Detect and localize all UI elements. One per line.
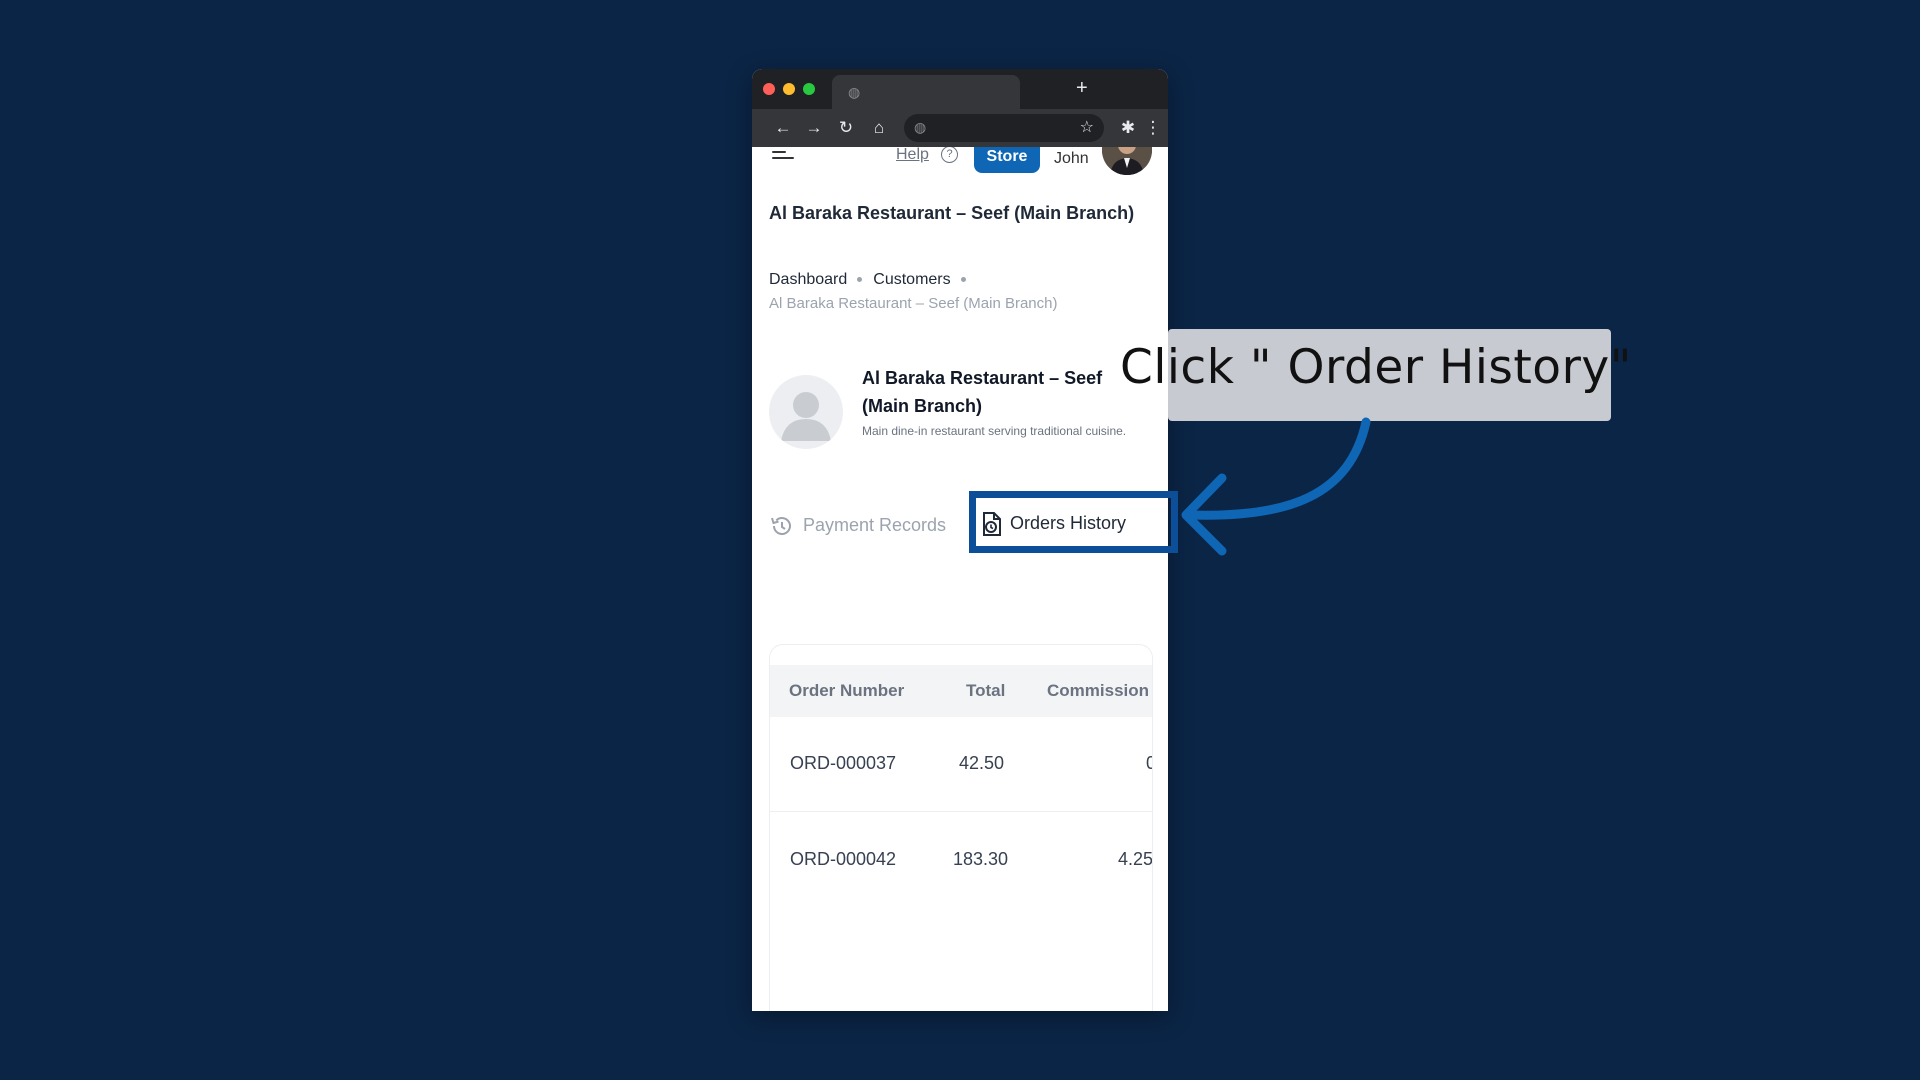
instruction-text: Click " Order History" [1120,340,1632,395]
minimize-window-button[interactable] [783,83,795,95]
back-icon[interactable]: ← [771,116,795,140]
store-button[interactable]: Store [974,147,1040,173]
customer-avatar [769,375,843,449]
column-order-number[interactable]: Order Number [789,681,904,701]
breadcrumb-dashboard[interactable]: Dashboard [769,271,847,288]
maximize-window-button[interactable] [803,83,815,95]
breadcrumb-customers[interactable]: Customers [873,271,950,288]
table-header: Order Number Total Commission [770,665,1152,717]
table-row[interactable]: ORD-000042 183.30 4.25 [770,813,1153,908]
bookmark-star-icon[interactable]: ☆ [1080,117,1094,137]
total-cell: 183.30 [953,849,1009,869]
breadcrumb: Dashboard Customers Al Baraka Restaurant … [769,271,1159,312]
address-bar[interactable]: ◍ ☆ [904,114,1104,142]
globe-icon: ◍ [848,84,861,100]
page-title: Al Baraka Restaurant – Seef (Main Branch… [769,203,1135,223]
order-number-cell: ORD-000042 [790,849,897,869]
forward-icon[interactable]: → [802,116,826,140]
breadcrumb-current: Al Baraka Restaurant – Seef (Main Branch… [769,295,1058,312]
user-avatar[interactable] [1102,147,1152,175]
user-name[interactable]: John [1054,150,1089,168]
commission-cell: 0 [1146,753,1152,774]
site-info-icon: ◍ [914,119,927,135]
tab-payment-records[interactable]: Payment Records [769,513,946,541]
breadcrumb-separator [960,277,966,283]
orders-history-highlight [969,491,1178,553]
help-icon[interactable]: ? [941,147,958,163]
app-topbar: Help ? Store John [752,147,1168,191]
table-row[interactable]: ORD-000037 42.50 0 [770,717,1152,812]
help-link[interactable]: Help [896,147,929,164]
history-icon [771,517,791,535]
column-commission[interactable]: Commission [1047,681,1149,701]
browser-menu-icon[interactable]: ⋮ [1141,116,1165,140]
customer-description: Main dine-in restaurant serving traditio… [862,424,1127,438]
new-tab-button[interactable]: + [1076,78,1088,98]
close-window-button[interactable] [763,83,775,95]
browser-tab[interactable]: ◍ [832,75,1020,109]
user-placeholder-icon [781,392,831,441]
commission-cell: 4.25 [1118,849,1153,869]
menu-icon[interactable] [772,151,794,165]
total-cell: 42.50 [959,753,1005,773]
tab-payment-label: Payment Records [803,514,947,535]
home-icon[interactable]: ⌂ [867,116,891,140]
breadcrumb-separator [857,277,863,283]
browser-tabstrip: ◍ + [752,69,1168,109]
browser-toolbar: ← → ↻ ⌂ ◍ ☆ ✱ ⋮ [752,109,1168,147]
column-total[interactable]: Total [966,681,1005,701]
pointer-arrow-icon [1181,417,1371,556]
reload-icon[interactable]: ↻ [834,116,858,140]
order-number-cell: ORD-000037 [790,753,897,773]
customer-name: Al Baraka Restaurant – Seef (Main Branch… [862,368,1103,416]
page-content: Help ? Store John Al Baraka Restaurant –… [752,147,1168,1011]
extensions-icon[interactable]: ✱ [1116,116,1140,140]
orders-table: Order Number Total Commission ORD-000037… [769,644,1153,1011]
